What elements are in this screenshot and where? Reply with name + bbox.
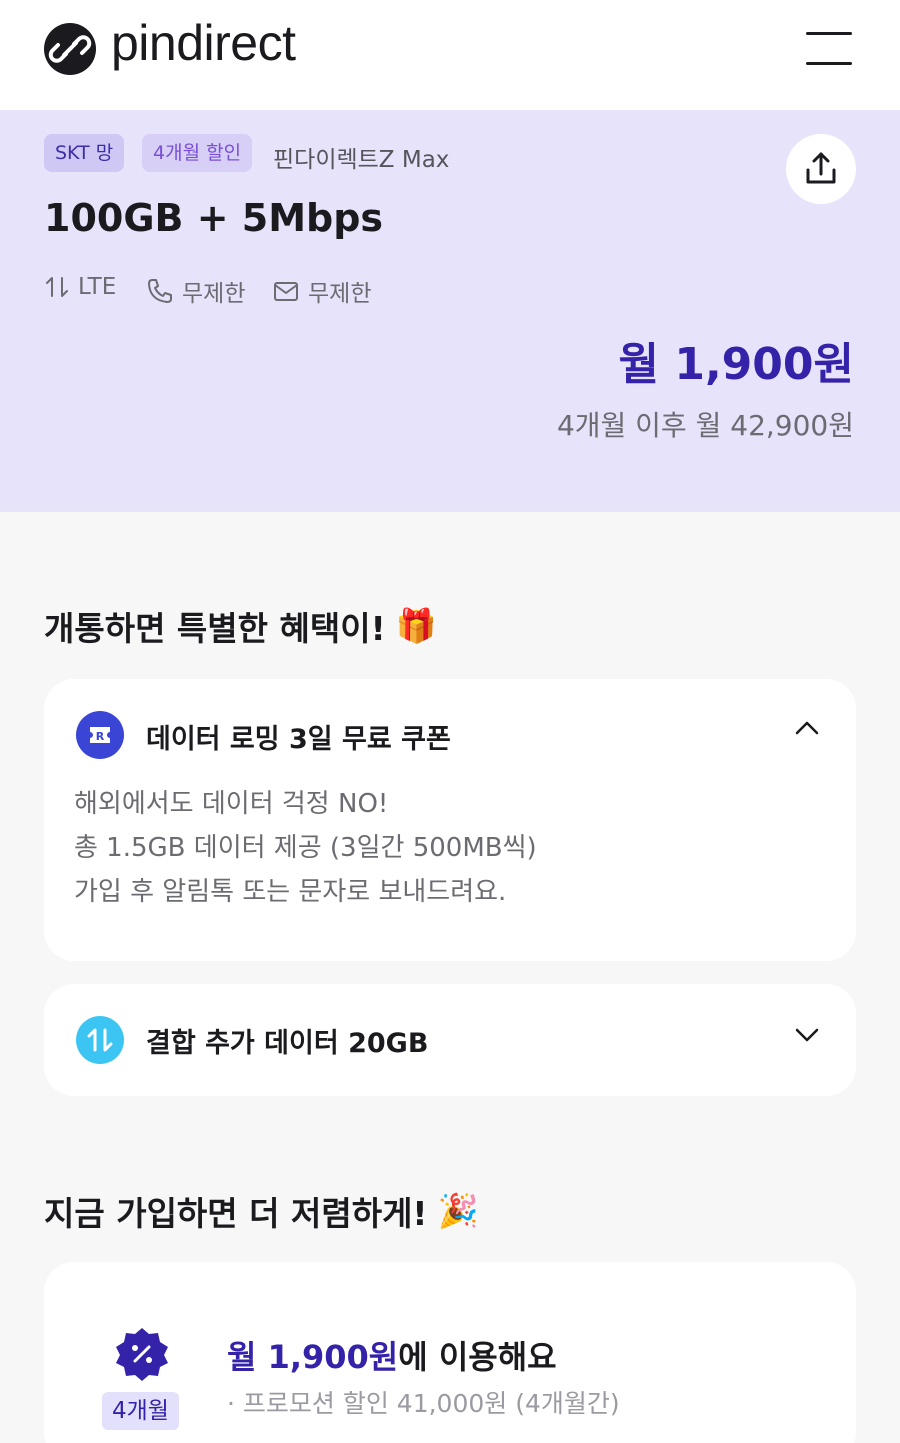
party-popper-icon: 🎉 [437, 1191, 479, 1230]
svg-text:R: R [96, 730, 105, 743]
roaming-desc-line: 해외에서도 데이터 걱정 NO! [74, 789, 389, 819]
spec-network-label: LTE [78, 274, 117, 300]
app-header: pindirect [0, 0, 900, 110]
logo-text[interactable]: pindirect [111, 14, 296, 72]
discount-badge-icon [116, 1328, 168, 1381]
bundle-title: 결합 추가 데이터 20GB [146, 1028, 429, 1059]
promo-price-line: 월 1,900원에 이용해요 [227, 1332, 557, 1378]
plan-data-amount: 100GB + 5Mbps [44, 196, 384, 240]
pindirect-logo-icon[interactable] [44, 23, 96, 75]
spec-sms: 무제한 [272, 274, 371, 308]
arrows-updown-icon [46, 277, 68, 297]
benefits-title: 개통하면 특별한 혜택이! 🎁 [44, 602, 437, 650]
promo-price-highlight: 월 1,900원 [227, 1338, 399, 1376]
promo-price-rest: 에 이용해요 [398, 1338, 557, 1376]
roaming-ticket-icon: R [76, 711, 124, 759]
chevron-up-icon[interactable] [794, 719, 820, 737]
price-after-promo: 4개월 이후 월 42,900원 [556, 409, 854, 442]
spec-calls-label: 무제한 [182, 281, 246, 307]
roaming-desc-line: 가입 후 알림톡 또는 문자로 보내드려요. [74, 877, 507, 907]
benefit-card-roaming[interactable]: R 데이터 로밍 3일 무료 쿠폰 해외에서도 데이터 걱정 NO! 총 1.5… [44, 679, 856, 961]
hamburger-icon[interactable] [806, 28, 854, 68]
data-transfer-icon [76, 1016, 124, 1064]
envelope-icon [274, 282, 298, 301]
roaming-desc-line: 총 1.5GB 데이터 제공 (3일간 500MB씩) [74, 833, 537, 863]
network-badge: SKT 망 [44, 134, 125, 172]
gift-icon: 🎁 [395, 606, 437, 645]
promo-title: 지금 가입하면 더 저렴하게! 🎉 [44, 1187, 479, 1235]
plan-name: 핀다이렉트Z Max [273, 147, 450, 173]
discount-badge: 4개월 할인 [142, 134, 253, 172]
promo-discount-detail: · 프로모션 할인 41,000원 (4개월간) [227, 1389, 620, 1418]
phone-icon [148, 279, 172, 303]
monthly-price: 월 1,900원 [618, 339, 854, 390]
share-icon [806, 152, 836, 184]
roaming-title: 데이터 로밍 3일 무료 쿠폰 [146, 724, 451, 755]
benefits-title-text: 개통하면 특별한 혜택이! [44, 609, 386, 648]
promo-card: 4개월 월 1,900원에 이용해요 · 프로모션 할인 41,000원 (4개… [44, 1262, 856, 1443]
share-button[interactable] [786, 134, 856, 204]
promo-title-text: 지금 가입하면 더 저렴하게! [44, 1194, 428, 1233]
promo-months-badge: 4개월 [102, 1392, 179, 1430]
chevron-down-icon[interactable] [794, 1026, 820, 1044]
spec-network: LTE [44, 274, 116, 300]
spec-sms-label: 무제한 [308, 281, 372, 307]
spec-calls: 무제한 [146, 274, 245, 308]
plan-summary: SKT 망 4개월 할인 핀다이렉트Z Max 100GB + 5Mbps LT… [0, 110, 900, 512]
benefit-card-bundle[interactable]: 결합 추가 데이터 20GB [44, 984, 856, 1096]
